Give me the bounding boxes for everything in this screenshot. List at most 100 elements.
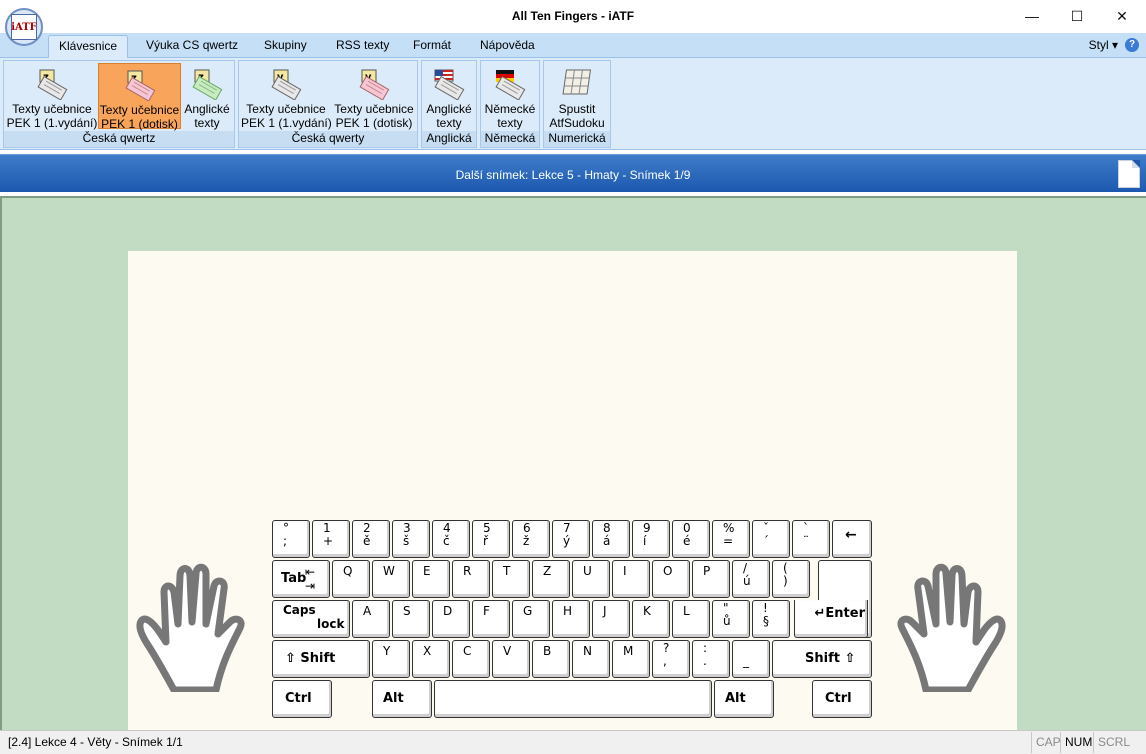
- close-icon: ✕: [1116, 7, 1128, 24]
- tab-rss-texty[interactable]: RSS texty: [326, 35, 399, 58]
- button-anglicke-texty[interactable]: Anglické texty: [423, 63, 475, 130]
- key-u: U: [572, 560, 610, 598]
- key-u-ring: " ů: [712, 600, 750, 638]
- style-menu[interactable]: Styl ▾: [1089, 38, 1118, 52]
- key-t: T: [492, 560, 530, 598]
- key-tab: Tab ⇤ ⇥: [272, 560, 330, 598]
- group-label: Česká qwertz: [4, 131, 234, 147]
- key-u-acute: / ú: [732, 560, 770, 598]
- key-g: G: [512, 600, 550, 638]
- key-o: O: [652, 560, 690, 598]
- key-alt-right: Alt: [714, 680, 774, 718]
- keyboard-z-pink-icon: z: [122, 67, 158, 102]
- key-parenthesis: (): [772, 560, 810, 598]
- ribbon-panel: z Texty učebnicePEK 1 (1.vydání) z Texty…: [0, 58, 1146, 150]
- tab-skupiny[interactable]: Skupiny: [254, 35, 317, 58]
- keyboard-y-pink-icon: y: [356, 66, 392, 101]
- key-m: M: [612, 640, 650, 678]
- tab-format[interactable]: Formát: [403, 35, 461, 58]
- us-flag-keyboard-icon: [431, 66, 467, 101]
- key-r: R: [452, 560, 490, 598]
- key-j: J: [592, 600, 630, 638]
- sudoku-grid-icon: [559, 66, 595, 100]
- key-percent: % =: [712, 520, 750, 558]
- close-button[interactable]: ✕: [1099, 0, 1145, 32]
- group-nemecka: Německé texty Německá: [480, 60, 540, 148]
- button-spustit-atfsudoku[interactable]: Spustit AtfSudoku: [546, 63, 608, 130]
- on-screen-keyboard: °; 1 + 2ě 3š 4č 5ř 6ž 7ý 8á 9í 0é % = ˇ ´ `…: [272, 520, 874, 718]
- title-bar: All Ten Fingers - iATF — ☐ ✕: [0, 0, 1146, 33]
- key-v: V: [492, 640, 530, 678]
- group-anglicka: Anglické texty Anglická: [421, 60, 477, 148]
- key-p: P: [692, 560, 730, 598]
- key-z: Z: [532, 560, 570, 598]
- ribbon-tabs: Klávesnice Výuka CS qwertz Skupiny RSS t…: [0, 33, 1146, 58]
- key-a: A: [352, 600, 390, 638]
- key-l: L: [672, 600, 710, 638]
- key-backspace: ←: [832, 520, 872, 558]
- key-q: Q: [332, 560, 370, 598]
- key-9: 9í: [632, 520, 670, 558]
- key-section: ! §: [752, 600, 790, 638]
- key-7: 7ý: [552, 520, 590, 558]
- key-f: F: [472, 600, 510, 638]
- status-bar: [2.4] Lekce 4 - Věty - Snímek 1/1 CAP NU…: [0, 730, 1146, 754]
- key-6: 6ž: [512, 520, 550, 558]
- de-flag-keyboard-icon: [492, 66, 528, 101]
- key-caps-lock: Caps lock: [272, 600, 350, 638]
- key-s: S: [392, 600, 430, 638]
- tab-napoveda[interactable]: Nápověda: [470, 35, 545, 58]
- keyboard-z-green-icon: z: [189, 66, 225, 101]
- tab-arrows-icon: ⇤ ⇥: [305, 565, 316, 593]
- app-menu-button[interactable]: iATF: [5, 8, 43, 46]
- key-8: 8á: [592, 520, 630, 558]
- key-colon: :.: [692, 640, 730, 678]
- maximize-button[interactable]: ☐: [1054, 0, 1100, 32]
- key-0: 0é: [672, 520, 710, 558]
- key-h: H: [552, 600, 590, 638]
- key-shift-left: ⇧ Shift: [272, 640, 370, 678]
- button-nemecke-texty[interactable]: Německé texty: [483, 63, 537, 130]
- key-d: D: [432, 600, 470, 638]
- status-text: [2.4] Lekce 4 - Věty - Snímek 1/1: [8, 735, 183, 749]
- right-hand-icon: [897, 563, 1006, 692]
- next-slide-bar[interactable]: Další snímek: Lekce 5 - Hmaty - Snímek 1…: [0, 154, 1146, 192]
- button-texty-pek1-dotisk-qwerty[interactable]: y Texty učebnicePEK 1 (dotisk): [331, 63, 417, 130]
- group-numericka: Spustit AtfSudoku Numerická: [543, 60, 611, 148]
- button-texty-pek1-vydani-qwertz[interactable]: z Texty učebnicePEK 1 (1.vydání): [6, 63, 98, 130]
- backspace-arrow-icon: ←: [845, 527, 857, 543]
- key-degree: °;: [272, 520, 310, 558]
- key-ctrl-left: Ctrl: [272, 680, 332, 718]
- group-label: Numerická: [544, 131, 610, 147]
- key-alt-left: Alt: [372, 680, 432, 718]
- key-i: I: [612, 560, 650, 598]
- next-slide-text: Další snímek: Lekce 5 - Hmaty - Snímek 1…: [455, 168, 691, 182]
- num-indicator: NUM: [1060, 732, 1096, 753]
- tab-vyuka-cs-qwertz[interactable]: Výuka CS qwertz: [136, 35, 248, 58]
- key-3: 3š: [392, 520, 430, 558]
- minimize-button[interactable]: —: [1009, 0, 1055, 32]
- window-title: All Ten Fingers - iATF: [511, 9, 635, 23]
- key-1: 1 +: [312, 520, 350, 558]
- document-icon[interactable]: [1118, 160, 1140, 188]
- key-underscore: _: [732, 640, 770, 678]
- key-w: W: [372, 560, 410, 598]
- key-ctrl-right: Ctrl: [812, 680, 872, 718]
- button-texty-pek1-dotisk-qwertz[interactable]: z Texty učebnicePEK 1 (dotisk): [98, 63, 181, 131]
- key-n: N: [572, 640, 610, 678]
- group-label: Česká qwerty: [239, 131, 417, 147]
- button-anglicke-texty-qwertz[interactable]: z Anglickétexty: [181, 63, 233, 130]
- key-enter-lower: ↵Enter: [794, 600, 868, 638]
- key-c: C: [452, 640, 490, 678]
- key-question: ?,: [652, 640, 690, 678]
- minimize-icon: —: [1025, 8, 1039, 24]
- maximize-icon: ☐: [1070, 7, 1084, 24]
- button-texty-pek1-vydani-qwerty[interactable]: y Texty učebnicePEK 1 (1.vydání): [241, 63, 331, 130]
- key-k: K: [632, 600, 670, 638]
- key-backtick: ` ¨: [792, 520, 830, 558]
- key-shift-right: Shift ⇧: [772, 640, 872, 678]
- group-ceska-qwerty: y Texty učebnicePEK 1 (1.vydání) y Texty…: [238, 60, 418, 148]
- help-icon[interactable]: ?: [1125, 38, 1139, 52]
- group-label: Německá: [481, 131, 539, 147]
- tab-klavesnice[interactable]: Klávesnice: [48, 35, 129, 58]
